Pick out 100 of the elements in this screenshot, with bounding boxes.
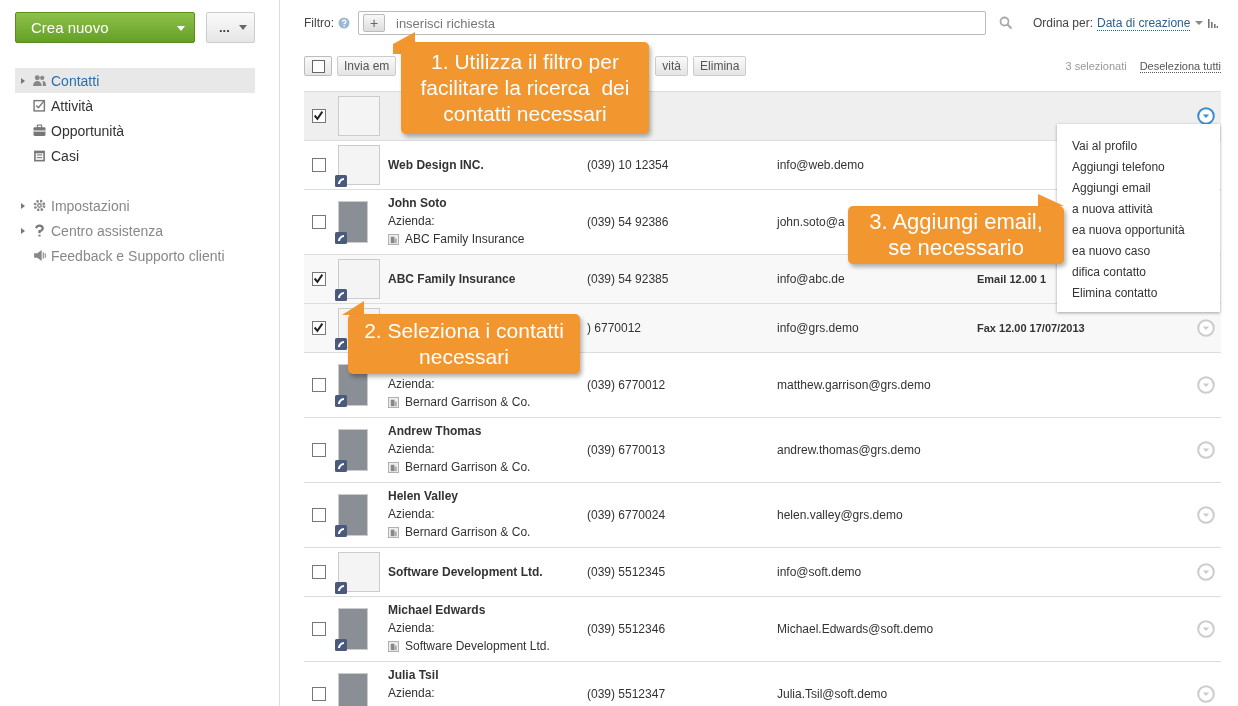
- expand-arrow-icon[interactable]: [21, 227, 25, 234]
- row-checkbox[interactable]: [312, 622, 326, 636]
- email-address[interactable]: andrew.thomas@grs.demo: [777, 443, 921, 457]
- company-link[interactable]: Bernard Garrison & Co.: [405, 525, 531, 539]
- nav-item[interactable]: Impostazioni: [15, 193, 255, 218]
- photo-placeholder: [338, 201, 368, 243]
- filter-field[interactable]: + inserisci richiesta: [358, 11, 986, 35]
- deselect-all-link[interactable]: Deseleziona tutti: [1139, 59, 1221, 73]
- caret-icon[interactable]: [1195, 20, 1204, 26]
- company-link[interactable]: Bernard Garrison & Co.: [405, 395, 531, 409]
- company-label: Azienda:: [388, 214, 436, 228]
- expand-arrow-icon[interactable]: [21, 77, 25, 84]
- menu-item[interactable]: Elimina contatto: [1072, 286, 1220, 300]
- nav-item[interactable]: Casi: [15, 143, 255, 168]
- phone-number: (039) 10 12354: [587, 158, 669, 172]
- nav-item[interactable]: Feedback e Supporto clienti: [15, 243, 255, 268]
- row-checkbox[interactable]: [312, 443, 326, 457]
- company-label: Azienda:: [388, 377, 436, 391]
- company-link[interactable]: Software Development Ltd.: [405, 639, 550, 653]
- sort-label: Ordina per:: [1033, 16, 1094, 30]
- contact-name[interactable]: Web Design INC.: [388, 158, 587, 172]
- add-filter-button[interactable]: +: [363, 14, 385, 32]
- selected-count: 3 selezionati: [1065, 60, 1127, 72]
- menu-item[interactable]: Aggiungi telefono: [1072, 160, 1220, 174]
- row-checkbox[interactable]: [312, 215, 326, 229]
- photo-placeholder: [338, 429, 368, 471]
- email-address[interactable]: helen.valley@grs.demo: [777, 508, 903, 522]
- company-label: Azienda:: [388, 507, 436, 521]
- contact-name[interactable]: Julia Tsil: [388, 668, 587, 682]
- company-link[interactable]: Bernard Garrison & Co.: [405, 460, 531, 474]
- checkbox-icon: [33, 99, 46, 112]
- row-checkbox[interactable]: [312, 272, 326, 286]
- email-address[interactable]: matthew.garrison@grs.demo: [777, 378, 931, 392]
- building-icon: [388, 461, 399, 473]
- contact-name[interactable]: John Soto: [388, 196, 587, 210]
- callout-tooltip: 1. Utilizza il filtro per facilitare la ricerca dei contatti necessari: [401, 42, 649, 134]
- phone-number: (039) 6770012: [587, 378, 666, 392]
- company-link[interactable]: ABC Family Insurance: [405, 232, 525, 246]
- last-activity: Fax 12.00 17/07/2013: [977, 322, 1085, 334]
- nav-item[interactable]: Centro assistenza: [15, 218, 255, 243]
- phone-number: (039) 6770013: [587, 443, 666, 457]
- menu-item[interactable]: difica contatto: [1072, 265, 1220, 279]
- toolbar-button[interactable]: vità: [655, 56, 689, 76]
- row-menu-icon[interactable]: [1197, 107, 1215, 125]
- calendar-icon: [33, 149, 46, 162]
- nav-item[interactable]: Contatti: [15, 68, 255, 93]
- phone-number: ) 6770012: [587, 321, 642, 335]
- logo-placeholder: [338, 552, 380, 592]
- row-checkbox[interactable]: [312, 508, 326, 522]
- company-label: Azienda:: [388, 686, 436, 700]
- contact-name[interactable]: ABC Family Insurance: [388, 272, 587, 286]
- menu-item[interactable]: ea nuova opportunità: [1072, 223, 1220, 237]
- row-checkbox[interactable]: [312, 687, 326, 701]
- row-checkbox[interactable]: [312, 109, 326, 123]
- row-checkbox[interactable]: [312, 158, 326, 172]
- toolbar-button[interactable]: Elimina: [693, 56, 747, 76]
- expand-arrow-icon[interactable]: [21, 202, 25, 209]
- nav-item[interactable]: Attività: [15, 93, 255, 118]
- phone-number: (039) 54 92386: [587, 215, 669, 229]
- logo-placeholder: [338, 259, 380, 299]
- email-address[interactable]: john.soto@a: [777, 215, 845, 229]
- menu-item[interactable]: a nuova attività: [1072, 202, 1220, 216]
- building-icon: [388, 233, 399, 245]
- more-button[interactable]: ...: [206, 12, 255, 43]
- last-activity: Email 12.00 1: [977, 273, 1047, 285]
- briefcase-icon: [33, 124, 46, 137]
- email-address[interactable]: Michael.Edwards@soft.demo: [777, 622, 934, 636]
- logo-placeholder: [338, 145, 380, 185]
- contact-name[interactable]: Michael Edwards: [388, 603, 587, 617]
- menu-item[interactable]: Aggiungi email: [1072, 181, 1220, 195]
- phone-number: (039) 5512347: [587, 687, 666, 701]
- email-address[interactable]: info@abc.de: [777, 272, 845, 286]
- callout-tooltip: 2. Seleziona i contatti necessari: [348, 314, 580, 374]
- email-address[interactable]: info@web.demo: [777, 158, 864, 172]
- contact-name[interactable]: Andrew Thomas: [388, 424, 587, 438]
- logo-placeholder: [338, 96, 380, 136]
- photo-placeholder: [338, 673, 368, 706]
- sort-order-icon[interactable]: [1208, 18, 1219, 28]
- megaphone-icon: [33, 249, 46, 262]
- nav-item[interactable]: Opportunità: [15, 118, 255, 143]
- row-checkbox[interactable]: [312, 565, 326, 579]
- row-checkbox[interactable]: [312, 321, 326, 335]
- callout-tooltip: 3. Aggiungi email, se necessario: [848, 206, 1064, 264]
- row-checkbox[interactable]: [312, 378, 326, 392]
- menu-item[interactable]: ea nuovo caso: [1072, 244, 1220, 258]
- company-label: Azienda:: [388, 442, 436, 456]
- phone-number: (039) 5512345: [587, 565, 666, 579]
- toolbar-button[interactable]: Invia em: [337, 56, 397, 76]
- select-all-checkbox[interactable]: [304, 56, 332, 76]
- email-address[interactable]: info@soft.demo: [777, 565, 862, 579]
- contact-name[interactable]: Software Development Ltd.: [388, 565, 587, 579]
- people-icon: [33, 74, 46, 87]
- email-address[interactable]: info@grs.demo: [777, 321, 859, 335]
- phone-number: (039) 5512346: [587, 622, 666, 636]
- search-icon[interactable]: [999, 16, 1013, 30]
- contact-name[interactable]: Helen Valley: [388, 489, 587, 503]
- menu-item[interactable]: Vai al profilo: [1072, 139, 1220, 153]
- sort-dropdown[interactable]: Data di creazione: [1097, 15, 1191, 31]
- email-address[interactable]: Julia.Tsil@soft.demo: [777, 687, 888, 701]
- phone-number: (039) 6770024: [587, 508, 666, 522]
